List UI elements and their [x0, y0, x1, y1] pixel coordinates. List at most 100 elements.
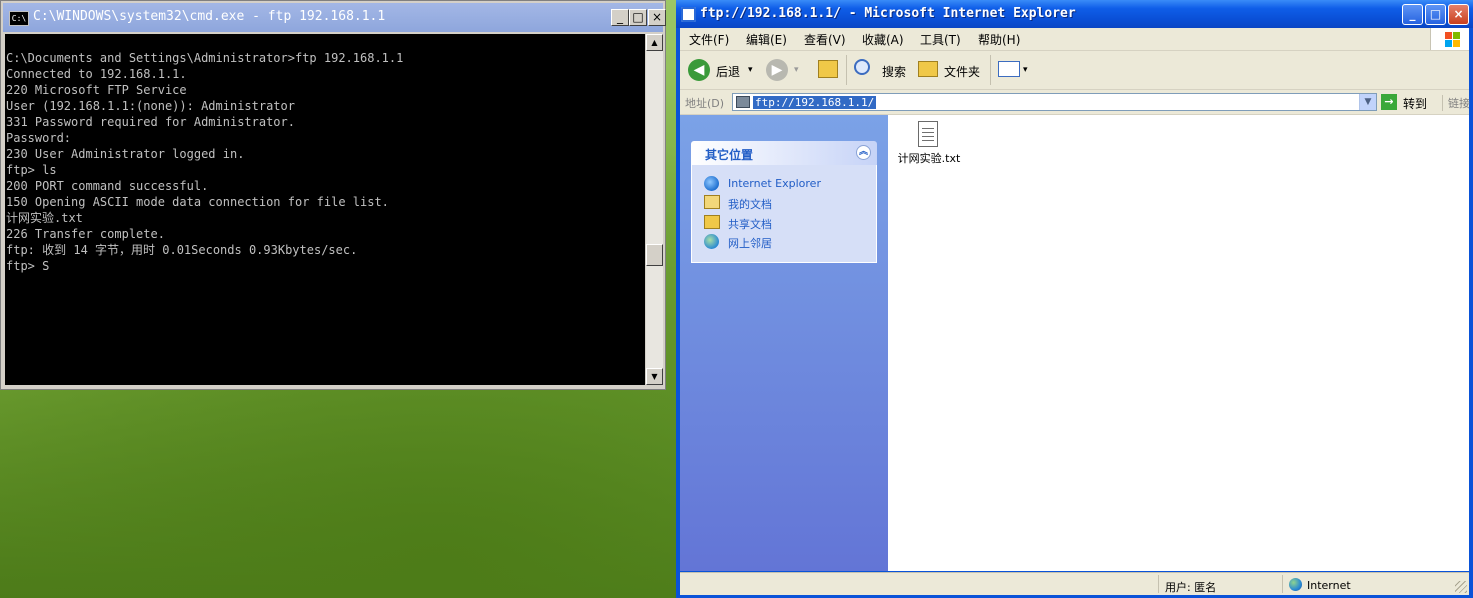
console-line: C:\Documents and Settings\Administrator>… [6, 51, 404, 65]
search-button[interactable]: 搜索 [852, 57, 912, 83]
place-link-label: 共享文档 [728, 218, 772, 231]
toolbar-separator [846, 55, 847, 85]
cmd-minimize-button[interactable]: _ [611, 9, 629, 26]
console-line: 331 Password required for Administrator. [6, 115, 295, 129]
cmd-console-output[interactable]: C:\Documents and Settings\Administrator>… [5, 34, 645, 385]
console-line: 150 Opening ASCII mode data connection f… [6, 195, 389, 209]
back-dropdown-icon[interactable]: ▾ [748, 65, 753, 75]
cmd-app-icon[interactable]: C:\ [9, 11, 29, 26]
other-places-title: 其它位置 [705, 148, 754, 162]
console-line: ftp> ls [6, 163, 57, 177]
search-icon [854, 59, 870, 75]
status-user-text: 用户: 匿名 [1165, 581, 1217, 594]
back-arrow-icon: ◀ [688, 59, 710, 81]
cmd-window[interactable]: C:\ C:\WINDOWS\system32\cmd.exe - ftp 19… [0, 0, 666, 390]
cmd-titlebar[interactable]: C:\ C:\WINDOWS\system32\cmd.exe - ftp 19… [3, 3, 666, 32]
console-line: 计网实验.txt [6, 211, 83, 225]
console-line: 200 PORT command successful. [6, 179, 209, 193]
ie-address-bar: 地址(D) ftp://192.168.1.1/ ▼ → 转到 链接 [680, 90, 1470, 115]
ie-standard-toolbar: ◀ 后退 ▾ ▶ ▾ 搜索 文件夹 ▾ [680, 51, 1469, 90]
up-folder-icon [818, 60, 838, 78]
internet-globe-icon [1289, 578, 1302, 591]
menu-favorites[interactable]: 收藏(A) [862, 31, 904, 48]
console-line: Connected to 192.168.1.1. [6, 67, 187, 81]
ie-titlebar[interactable]: ftp://192.168.1.1/ - Microsoft Internet … [676, 0, 1473, 28]
ie-maximize-button[interactable]: □ [1425, 4, 1446, 25]
forward-button[interactable]: ▶ ▾ [764, 57, 808, 83]
folders-label: 文件夹 [944, 65, 981, 79]
address-input[interactable]: ftp://192.168.1.1/ ▼ [732, 93, 1377, 111]
status-user-zone: 用户: 匿名 [1158, 575, 1281, 594]
ie-window[interactable]: ftp://192.168.1.1/ - Microsoft Internet … [676, 0, 1473, 598]
other-places-panel: 其它位置 ︽ Internet Explorer 我的文档 共享文档 网上邻居 [691, 141, 877, 263]
back-label: 后退 [716, 65, 741, 79]
address-dropdown-icon[interactable]: ▼ [1359, 94, 1376, 110]
views-dropdown-icon[interactable]: ▾ [1023, 65, 1028, 75]
menu-edit[interactable]: 编辑(E) [746, 31, 787, 48]
place-link-label: 网上邻居 [728, 237, 772, 250]
search-label: 搜索 [882, 65, 907, 79]
status-security-zone: Internet [1282, 575, 1468, 593]
ie-icon [704, 176, 719, 191]
back-button[interactable]: ◀ 后退 ▾ [686, 57, 758, 83]
scroll-up-arrow-icon[interactable]: ▲ [646, 34, 663, 51]
place-link-my-documents[interactable]: 我的文档 [704, 194, 874, 212]
ftp-folder-icon [736, 96, 750, 108]
ie-folder-title-icon[interactable] [681, 7, 696, 22]
file-item[interactable]: 计网实验.txt [894, 119, 964, 189]
place-link-network-places[interactable]: 网上邻居 [704, 233, 874, 251]
forward-dropdown-icon[interactable]: ▾ [794, 65, 799, 75]
folders-icon [918, 61, 938, 77]
address-value[interactable]: ftp://192.168.1.1/ [753, 96, 877, 109]
go-button[interactable]: → 转到 [1381, 93, 1439, 111]
task-pane: 其它位置 ︽ Internet Explorer 我的文档 共享文档 网上邻居 [680, 115, 888, 571]
menu-view[interactable]: 查看(V) [804, 31, 846, 48]
collapse-chevron-icon[interactable]: ︽ [856, 145, 871, 160]
place-link-internet-explorer[interactable]: Internet Explorer [704, 175, 874, 193]
network-places-icon [704, 234, 719, 249]
toolbar-separator [990, 55, 991, 85]
scroll-down-arrow-icon[interactable]: ▼ [646, 368, 663, 385]
windows-logo-icon [1430, 28, 1469, 50]
go-arrow-icon: → [1381, 94, 1397, 110]
links-button[interactable]: 链接 [1442, 95, 1470, 111]
place-link-shared-documents[interactable]: 共享文档 [704, 214, 874, 232]
console-line: 230 User Administrator logged in. [6, 147, 245, 161]
place-link-label: 我的文档 [728, 198, 772, 211]
console-line: User (192.168.1.1:(none)): Administrator [6, 99, 295, 113]
other-places-list: Internet Explorer 我的文档 共享文档 网上邻居 [691, 165, 877, 263]
menu-tools[interactable]: 工具(T) [920, 31, 961, 48]
ie-status-bar: 用户: 匿名 Internet [680, 572, 1469, 595]
console-line-prompt[interactable]: ftp> S [5, 258, 645, 274]
console-line: 226 Transfer complete. [6, 227, 165, 241]
cmd-vertical-scrollbar[interactable]: ▲ ▼ [646, 34, 663, 385]
folders-button[interactable]: 文件夹 [916, 57, 986, 83]
ie-content-area[interactable]: 其它位置 ︽ Internet Explorer 我的文档 共享文档 网上邻居 … [680, 115, 1469, 571]
ie-window-title: ftp://192.168.1.1/ - Microsoft Internet … [700, 6, 1076, 21]
forward-arrow-icon: ▶ [766, 59, 788, 81]
scroll-thumb[interactable] [646, 244, 663, 266]
shared-documents-icon [704, 215, 720, 229]
resize-grip-icon[interactable] [1455, 581, 1467, 593]
menu-file[interactable]: 文件(F) [689, 31, 729, 48]
other-places-header[interactable]: 其它位置 ︽ [691, 141, 877, 165]
menu-help[interactable]: 帮助(H) [978, 31, 1020, 48]
address-label: 地址(D) [685, 97, 725, 110]
views-button[interactable]: ▾ [996, 57, 1032, 83]
cmd-window-title: C:\WINDOWS\system32\cmd.exe - ftp 192.16… [33, 9, 386, 24]
views-icon [998, 61, 1020, 77]
cmd-close-button[interactable]: × [648, 9, 666, 26]
console-line: 220 Microsoft FTP Service [6, 83, 187, 97]
status-zone-text: Internet [1307, 579, 1351, 592]
my-documents-icon [704, 195, 720, 209]
ie-minimize-button[interactable]: _ [1402, 4, 1423, 25]
go-label: 转到 [1403, 97, 1428, 111]
ie-menubar: 文件(F) 编辑(E) 查看(V) 收藏(A) 工具(T) 帮助(H) [680, 28, 1469, 51]
ie-close-button[interactable]: × [1448, 4, 1469, 25]
cmd-maximize-button[interactable]: □ [629, 9, 647, 26]
console-line: ftp: 收到 14 字节，用时 0.01Seconds 0.93Kbytes/… [6, 243, 358, 257]
file-name: 计网实验.txt [897, 152, 961, 165]
up-folder-button[interactable] [816, 57, 842, 83]
console-line: Password: [6, 131, 72, 145]
